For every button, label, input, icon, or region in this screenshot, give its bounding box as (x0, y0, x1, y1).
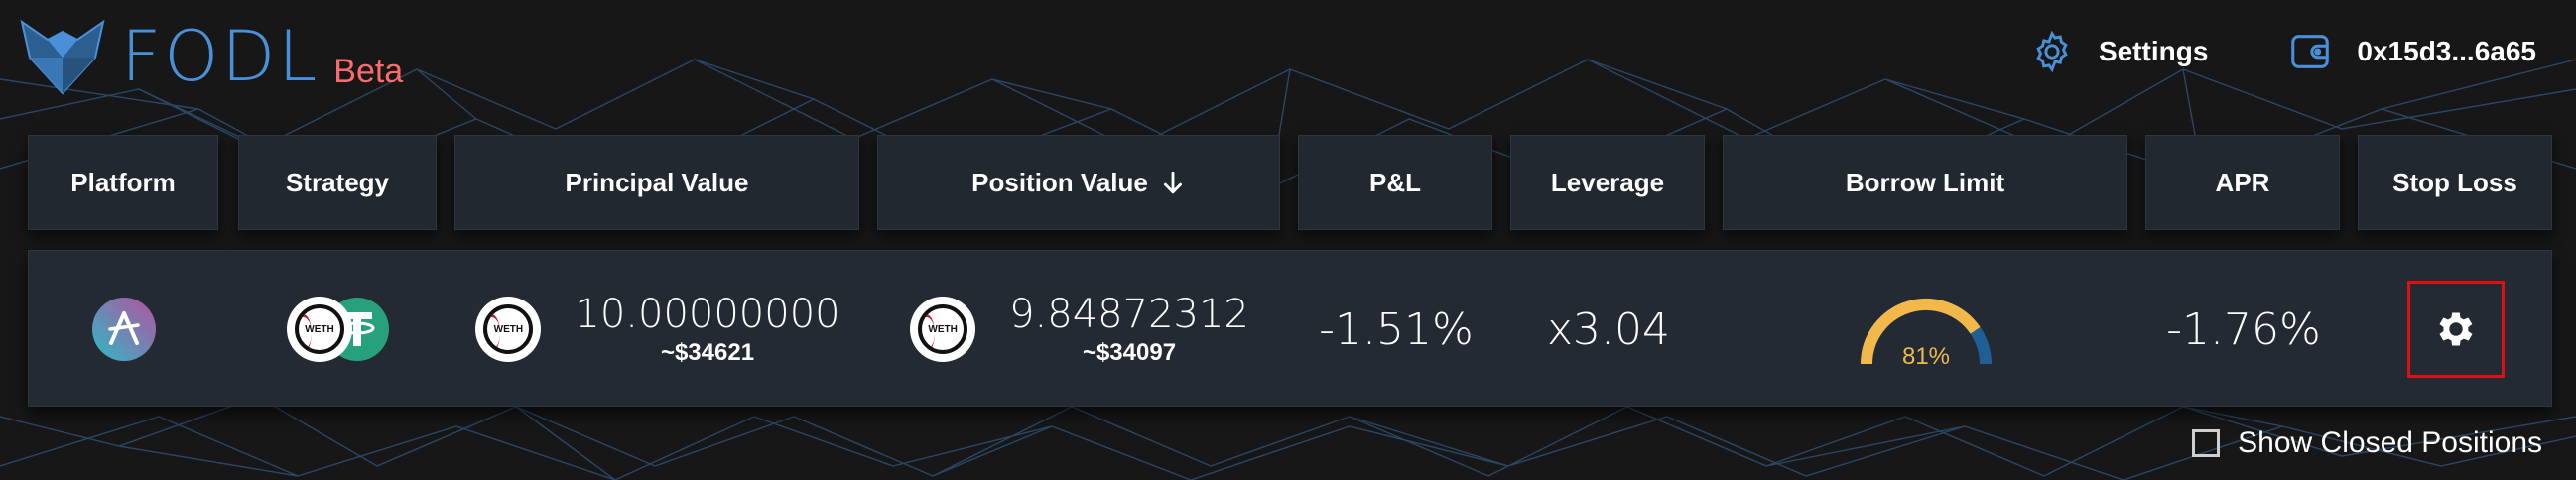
fox-logo-icon (20, 19, 105, 95)
position-value-cell: WETH 9.84872312 ~$34097 (878, 251, 1281, 408)
gear-icon (2036, 30, 2068, 73)
wallet-button[interactable]: 0x15d3...6a65 (2287, 29, 2536, 74)
header-pnl[interactable]: P&L (1298, 135, 1492, 230)
leverage-value: x3.04 (1546, 303, 1670, 355)
apr-value: -1.76% (2166, 303, 2321, 355)
apr-cell: -1.76% (2146, 251, 2341, 408)
sort-down-arrow-icon (1163, 171, 1182, 194)
table-header: Platform Strategy Principal Value Positi… (28, 135, 2552, 230)
gear-icon (2439, 312, 2473, 346)
header-position-value[interactable]: Position Value (877, 135, 1280, 230)
header-stop-loss[interactable]: Stop Loss (2358, 135, 2552, 230)
borrow-limit-cell: 81% (1724, 251, 2128, 408)
stop-loss-cell (2359, 251, 2553, 408)
pnl-cell: -1.51% (1299, 251, 1493, 408)
borrow-limit-value: 81% (1902, 343, 1950, 370)
header-borrow-limit[interactable]: Borrow Limit (1723, 135, 2127, 230)
table-row[interactable]: WETH WETH 10.00000000 ~$34621 WETH 9.848… (28, 250, 2552, 407)
principal-value-cell: WETH 10.00000000 ~$34621 (455, 251, 860, 408)
pnl-value: -1.51% (1319, 303, 1474, 355)
top-nav: Settings 0x15d3...6a65 (1950, 22, 2536, 81)
position-value: 9.84872312 (1009, 292, 1249, 337)
brand-name: FODL (121, 16, 321, 97)
aave-icon (92, 298, 156, 361)
strategy-token-pair: WETH (287, 297, 390, 362)
fodl-logo[interactable]: FODL Beta (18, 18, 403, 97)
weth-token-icon: WETH (287, 297, 352, 362)
header-principal-value[interactable]: Principal Value (454, 135, 859, 230)
settings-button[interactable]: Settings (2029, 29, 2208, 74)
wallet-icon (2291, 35, 2330, 68)
position-usd: ~$34097 (1082, 339, 1177, 366)
header-strategy[interactable]: Strategy (238, 135, 437, 230)
wallet-address: 0x15d3...6a65 (2357, 36, 2536, 66)
show-closed-label: Show Closed Positions (2238, 426, 2542, 459)
show-closed-checkbox[interactable] (2192, 429, 2221, 457)
principal-usd: ~$34621 (660, 339, 755, 366)
beta-badge: Beta (333, 53, 404, 90)
borrow-limit-gauge: 81% (1861, 299, 1992, 370)
header-apr[interactable]: APR (2145, 135, 2340, 230)
principal-value: 10.00000000 (575, 292, 840, 337)
platform-cell (29, 251, 219, 408)
show-closed-positions-toggle[interactable]: Show Closed Positions (2192, 426, 2542, 460)
settings-label: Settings (2098, 36, 2209, 66)
leverage-cell: x3.04 (1511, 251, 1706, 408)
header-leverage[interactable]: Leverage (1510, 135, 1705, 230)
header-platform[interactable]: Platform (28, 135, 218, 230)
app-page: FODL Beta Settings 0x15d3...6a65 Platfor… (0, 0, 2576, 480)
weth-token-icon: WETH (910, 297, 976, 362)
weth-token-icon: WETH (475, 297, 542, 362)
strategy-cell: WETH (239, 251, 438, 408)
stop-loss-settings-button[interactable] (2407, 281, 2505, 378)
